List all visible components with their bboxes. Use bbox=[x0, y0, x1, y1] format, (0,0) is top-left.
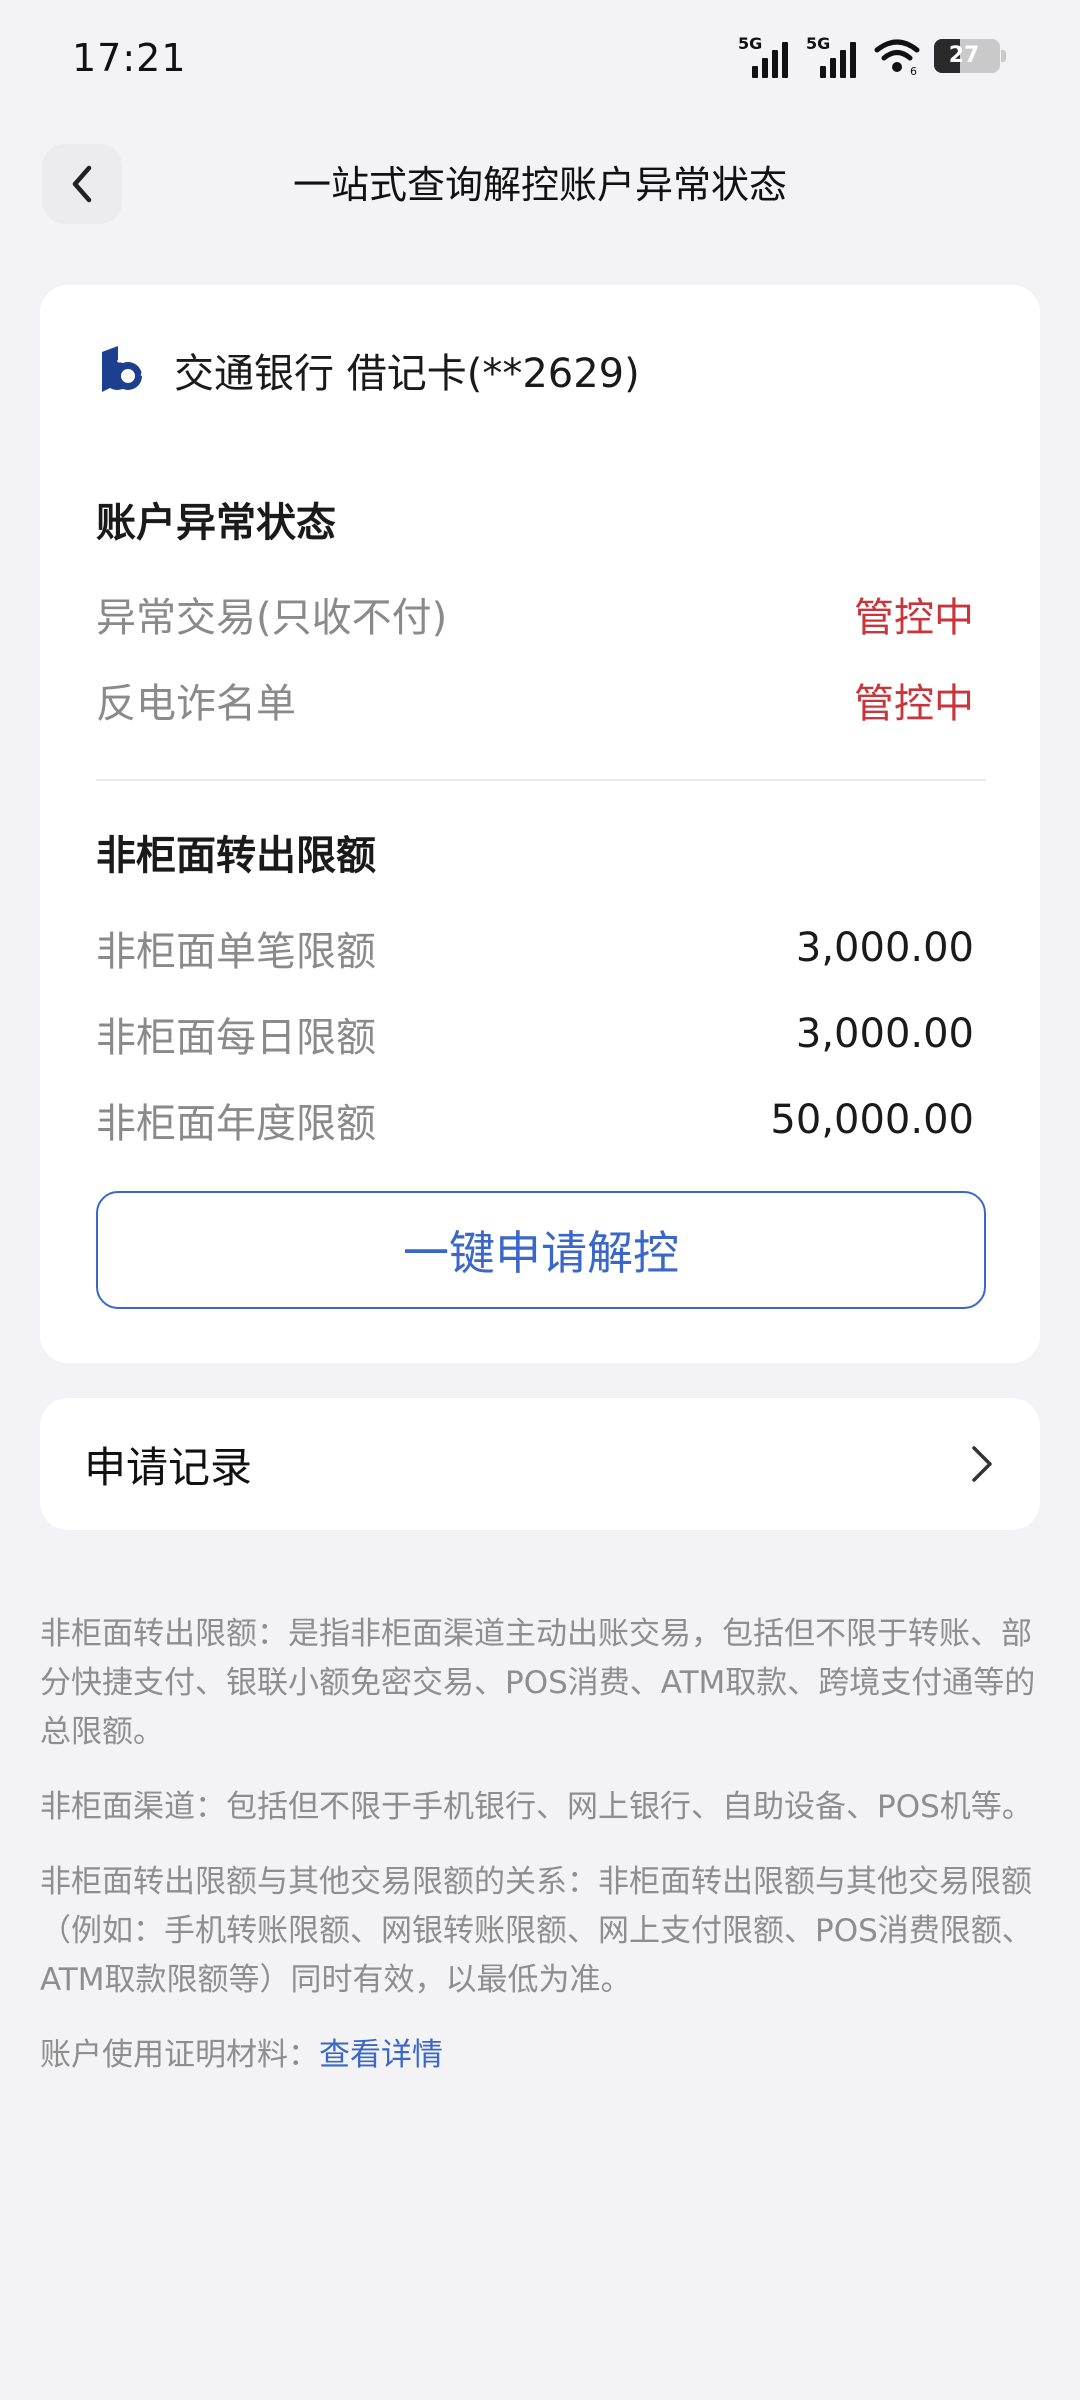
note-proof: 账户使用证明材料：查看详情 bbox=[40, 2031, 1040, 2080]
status-bar: 17:21 5G 5G 6 27 bbox=[0, 0, 1080, 120]
limit-row-value: 3,000.00 bbox=[795, 1011, 974, 1057]
note-text: 非柜面转出限额：是指非柜面渠道主动出账交易，包括但不限于转账、部分快捷支付、银联… bbox=[40, 1616, 1036, 1750]
nav-header: 一站式查询解控账户异常状态 bbox=[0, 140, 1080, 230]
limit-row-label: 非柜面年度限额 bbox=[96, 1101, 376, 1147]
abnormal-status-title: 账户异常状态 bbox=[96, 500, 336, 546]
chevron-right-icon bbox=[972, 1446, 992, 1482]
view-details-link[interactable]: 查看详情 bbox=[319, 2037, 443, 2073]
bank-logo-icon bbox=[102, 346, 145, 392]
explanation-notes: 非柜面转出限额：是指非柜面渠道主动出账交易，包括但不限于转账、部分快捷支付、银联… bbox=[40, 1610, 1040, 2106]
bank-account-name: 交通银行 借记卡(**2629) bbox=[174, 351, 640, 397]
status-row-value: 管控中 bbox=[854, 595, 974, 641]
status-icons: 5G 5G 6 27 bbox=[738, 34, 1006, 78]
page-title: 一站式查询解控账户异常状态 bbox=[292, 163, 787, 207]
limit-row-label: 非柜面每日限额 bbox=[96, 1015, 376, 1061]
app-screen: 17:21 5G 5G 6 27 一站式查询解控账户异常状态 交通银行 借记卡(… bbox=[0, 0, 1080, 2400]
status-row-label: 异常交易(只收不付) bbox=[96, 595, 448, 641]
svg-text:6: 6 bbox=[910, 65, 917, 76]
apply-unlock-button[interactable]: 一键申请解控 bbox=[96, 1191, 986, 1309]
limit-row-value: 3,000.00 bbox=[795, 925, 974, 971]
status-time: 17:21 bbox=[72, 36, 187, 80]
limit-row-label: 非柜面单笔限额 bbox=[96, 929, 376, 975]
battery-icon: 27 bbox=[934, 39, 1006, 73]
limit-row: 非柜面单笔限额 3,000.00 bbox=[96, 919, 974, 977]
note-text: 非柜面转出限额与其他交易限额的关系：非柜面转出限额与其他交易限额（例如：手机转账… bbox=[40, 1864, 1033, 1998]
status-row-value: 管控中 bbox=[854, 681, 974, 727]
note-text: 非柜面渠道：包括但不限于手机银行、网上银行、自助设备、POS机等。 bbox=[40, 1789, 1033, 1825]
limit-section-title: 非柜面转出限额 bbox=[96, 833, 376, 879]
note-proof-label: 账户使用证明材料： bbox=[40, 2037, 319, 2073]
status-row: 异常交易(只收不付) 管控中 bbox=[96, 585, 974, 643]
bank-account-row: 交通银行 借记卡(**2629) bbox=[96, 341, 640, 399]
application-record-label: 申请记录 bbox=[84, 1442, 253, 1492]
limit-row: 非柜面每日限额 3,000.00 bbox=[96, 1005, 974, 1063]
cellular-signal-icon-2: 5G bbox=[806, 34, 860, 78]
application-record-item[interactable]: 申请记录 bbox=[40, 1398, 1040, 1530]
cellular-signal-icon: 5G bbox=[738, 34, 792, 78]
limit-row: 非柜面年度限额 50,000.00 bbox=[96, 1091, 974, 1149]
limit-row-value: 50,000.00 bbox=[770, 1097, 974, 1143]
status-row: 反电诈名单 管控中 bbox=[96, 671, 974, 729]
wifi-icon: 6 bbox=[874, 39, 920, 76]
account-status-card: 交通银行 借记卡(**2629) 账户异常状态 异常交易(只收不付) 管控中 反… bbox=[40, 285, 1040, 1363]
divider bbox=[96, 779, 986, 781]
status-row-label: 反电诈名单 bbox=[96, 681, 296, 727]
